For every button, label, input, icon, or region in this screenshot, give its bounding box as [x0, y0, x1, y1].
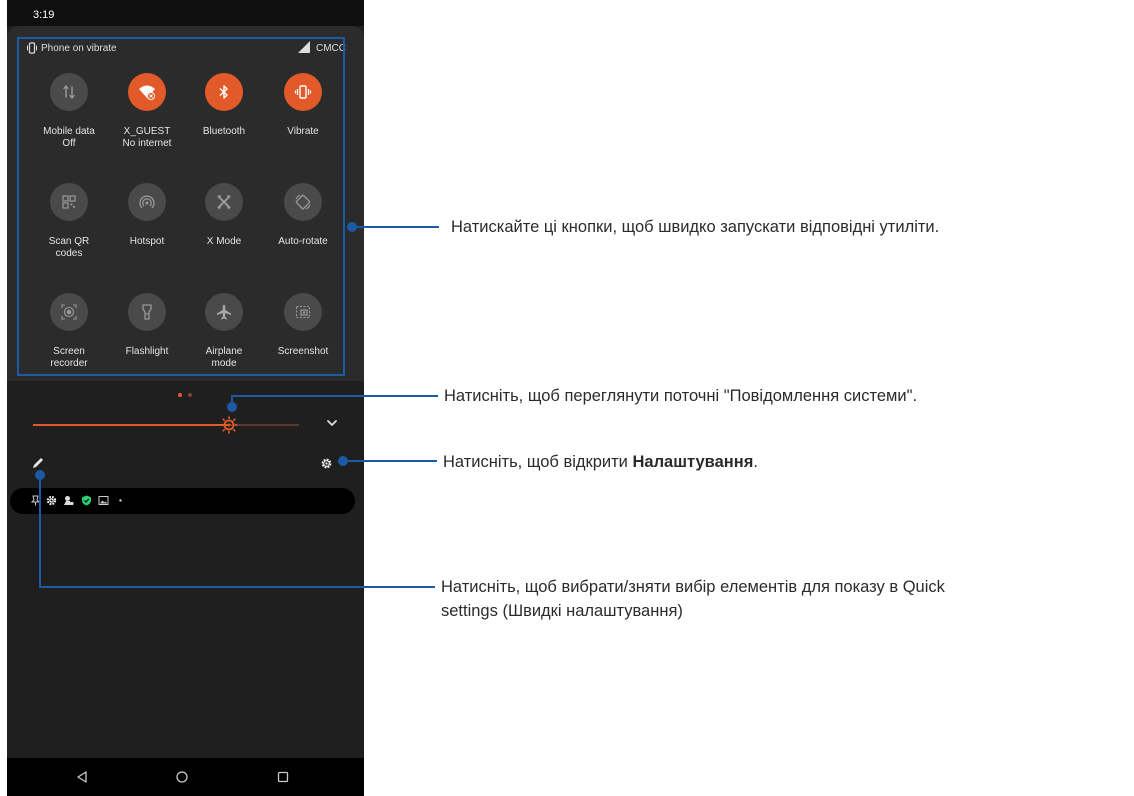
back-triangle-icon[interactable]: [75, 770, 89, 784]
annotation-settings-suffix: .: [753, 453, 758, 471]
notification-icons-bar[interactable]: [10, 488, 355, 514]
annotation-edit-line1: Натисніть, щоб вибрати/зняти вибір елеме…: [441, 578, 945, 596]
navigation-bar: [7, 758, 364, 796]
page-dot-active: [178, 393, 182, 397]
callout-line-edit-vertical: [39, 474, 41, 587]
annotation-edit-line2: settings (Швидкі налаштування): [441, 602, 683, 620]
page-dot: [188, 393, 193, 397]
annotation-settings-prefix: Натисніть, щоб відкрити: [443, 453, 633, 471]
gear-notification-icon: [46, 495, 57, 506]
callout-line-notifications-vertical: [231, 396, 233, 406]
callout-line-edit: [39, 586, 435, 588]
brightness-thumb-sun-icon[interactable]: [220, 416, 238, 434]
callout-line-settings: [346, 460, 437, 462]
annotation-quick-buttons: Натискайте ці кнопки, щоб швидко запуска…: [451, 218, 940, 236]
brightness-track-filled[interactable]: [33, 424, 229, 426]
quick-settings-highlight-frame: [17, 37, 345, 376]
callout-line-quick-buttons: [357, 226, 439, 228]
more-dot-icon: [119, 499, 122, 502]
chevron-down-icon[interactable]: [325, 416, 339, 430]
annotation-notifications: Натисніть, щоб переглянути поточні "Пові…: [444, 387, 918, 405]
callout-line-notifications: [231, 395, 438, 397]
status-bar: 3:19: [7, 0, 364, 26]
brightness-track-empty[interactable]: [229, 424, 299, 426]
image-icon: [98, 496, 109, 505]
callout-marker-quick-buttons: [347, 222, 357, 232]
recents-square-icon[interactable]: [276, 770, 290, 784]
page-indicator: [177, 384, 193, 402]
status-time: 3:19: [33, 9, 55, 21]
annotation-settings-bold: Налаштування: [632, 453, 754, 471]
game-genie-icon: [64, 496, 74, 506]
annotation-settings: Натисніть, щоб відкрити Налаштування.: [443, 450, 758, 474]
annotation-edit: Натисніть, щоб вибрати/зняти вибір елеме…: [441, 575, 1131, 623]
shield-icon: [82, 495, 91, 506]
settings-gear-icon[interactable]: [320, 457, 333, 470]
home-circle-icon[interactable]: [175, 770, 189, 784]
edit-pencil-icon[interactable]: [31, 456, 45, 470]
